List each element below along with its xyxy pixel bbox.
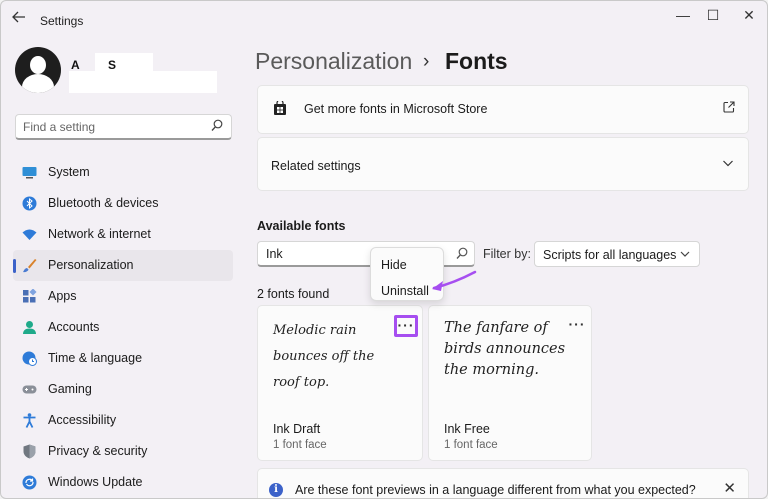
avatar-body-shape — [22, 74, 54, 93]
font-name: Ink Free — [444, 422, 490, 436]
system-icon — [22, 167, 37, 179]
microsoft-store-link-card[interactable]: Get more fonts in Microsoft Store — [257, 85, 749, 134]
filter-by-label: Filter by: — [483, 247, 531, 261]
wifi-icon — [22, 229, 37, 240]
language-preview-banner: i Are these font previews in a language … — [257, 468, 749, 498]
more-options-button[interactable]: ··· — [565, 317, 589, 339]
maximize-button[interactable]: ☐ — [698, 6, 728, 24]
menu-item-uninstall[interactable]: Uninstall — [381, 284, 429, 298]
avatar[interactable] — [15, 47, 61, 93]
sidebar-item-label: Accounts — [48, 320, 100, 334]
chevron-down-icon — [680, 251, 690, 257]
sidebar-item-personalization[interactable]: Personalization — [13, 250, 233, 281]
sidebar-item-label: Windows Update — [48, 475, 143, 489]
avatar-head-shape — [30, 56, 46, 74]
sidebar-item-network[interactable]: Network & internet — [13, 219, 233, 250]
sidebar-item-accounts[interactable]: Accounts — [13, 312, 233, 343]
banner-message: Are these font previews in a language di… — [295, 483, 696, 497]
sidebar-item-label: Network & internet — [48, 227, 151, 241]
page-title: Fonts — [445, 48, 508, 74]
gamepad-icon — [22, 385, 37, 394]
sidebar-item-gaming[interactable]: Gaming — [13, 374, 233, 405]
bluetooth-icon — [22, 196, 37, 211]
filter-selected-value: Scripts for all languages — [543, 248, 677, 262]
redacted-name — [95, 53, 153, 71]
shield-icon — [23, 444, 36, 459]
sidebar-item-label: Time & language — [48, 351, 143, 365]
related-settings-label: Related settings — [271, 159, 361, 173]
annotation-arrow-icon — [432, 270, 477, 291]
search-icon — [456, 247, 468, 259]
info-icon: i — [269, 483, 283, 497]
sidebar-item-privacy[interactable]: Privacy & security — [13, 436, 233, 467]
font-face-count: 1 font face — [444, 439, 498, 451]
sidebar-item-accessibility[interactable]: Accessibility — [13, 405, 233, 436]
app-title: Settings — [40, 14, 84, 28]
related-settings-expander[interactable]: Related settings — [257, 137, 749, 191]
menu-item-hide[interactable]: Hide — [381, 258, 407, 272]
font-face-count: 1 font face — [273, 439, 327, 451]
settings-window: Settings — ☐ ✕ A S System Bluetooth & de… — [0, 0, 768, 499]
sidebar-item-label: Accessibility — [48, 413, 117, 427]
sidebar-item-system[interactable]: System — [13, 157, 233, 188]
close-icon[interactable]: ✕ — [723, 479, 736, 497]
title-bar: Settings — ☐ ✕ — [1, 1, 767, 37]
minimize-button[interactable]: — — [668, 6, 698, 24]
more-options-button[interactable]: ··· — [394, 315, 418, 337]
account-icon — [23, 321, 36, 334]
sidebar-item-label: Gaming — [48, 382, 92, 396]
sidebar-item-label: Apps — [48, 289, 77, 303]
available-fonts-heading: Available fonts — [257, 219, 346, 233]
chevron-down-icon — [723, 160, 733, 167]
sidebar-item-label: Personalization — [48, 258, 134, 272]
sidebar-item-label: Bluetooth & devices — [48, 196, 159, 210]
sidebar-item-windows-update[interactable]: Windows Update — [13, 467, 233, 498]
external-link-icon — [723, 101, 735, 113]
find-setting-search[interactable] — [15, 114, 232, 140]
font-card-ink-draft[interactable]: Melodic rain bounces off the roof top. ·… — [257, 305, 423, 461]
sidebar-item-label: System — [48, 165, 90, 179]
font-name: Ink Draft — [273, 422, 321, 436]
brush-icon — [23, 259, 37, 273]
accessibility-icon — [23, 413, 36, 428]
find-setting-input[interactable] — [23, 116, 203, 138]
sidebar-item-bluetooth[interactable]: Bluetooth & devices — [13, 188, 233, 219]
close-button[interactable]: ✕ — [734, 6, 764, 24]
scripts-filter-dropdown[interactable]: Scripts for all languages — [534, 241, 700, 267]
active-indicator — [13, 259, 16, 273]
update-icon — [22, 475, 37, 490]
sidebar-item-time-language[interactable]: Time & language — [13, 343, 233, 374]
apps-icon — [23, 289, 37, 303]
user-surname-initial: S — [108, 58, 117, 72]
breadcrumb-separator-icon: › — [423, 51, 430, 72]
search-icon — [211, 119, 223, 131]
breadcrumb-parent[interactable]: Personalization — [255, 48, 412, 75]
globe-clock-icon — [22, 351, 37, 366]
back-arrow-icon[interactable] — [9, 10, 29, 28]
sidebar-nav: System Bluetooth & devices Network & int… — [13, 157, 233, 498]
fonts-found-count: 2 fonts found — [257, 287, 330, 301]
sidebar-item-apps[interactable]: Apps — [13, 281, 233, 312]
font-preview-text: The fanfare of birds announces the morni… — [444, 320, 566, 378]
font-preview-text: Melodic rain bounces off the roof top. — [273, 323, 375, 390]
sidebar-item-label: Privacy & security — [48, 444, 148, 458]
store-link-label: Get more fonts in Microsoft Store — [304, 102, 488, 116]
font-card-ink-free[interactable]: The fanfare of birds announces the morni… — [428, 305, 592, 461]
store-icon — [274, 101, 286, 115]
redacted-email — [69, 71, 217, 93]
user-name-initial: A — [71, 58, 80, 72]
